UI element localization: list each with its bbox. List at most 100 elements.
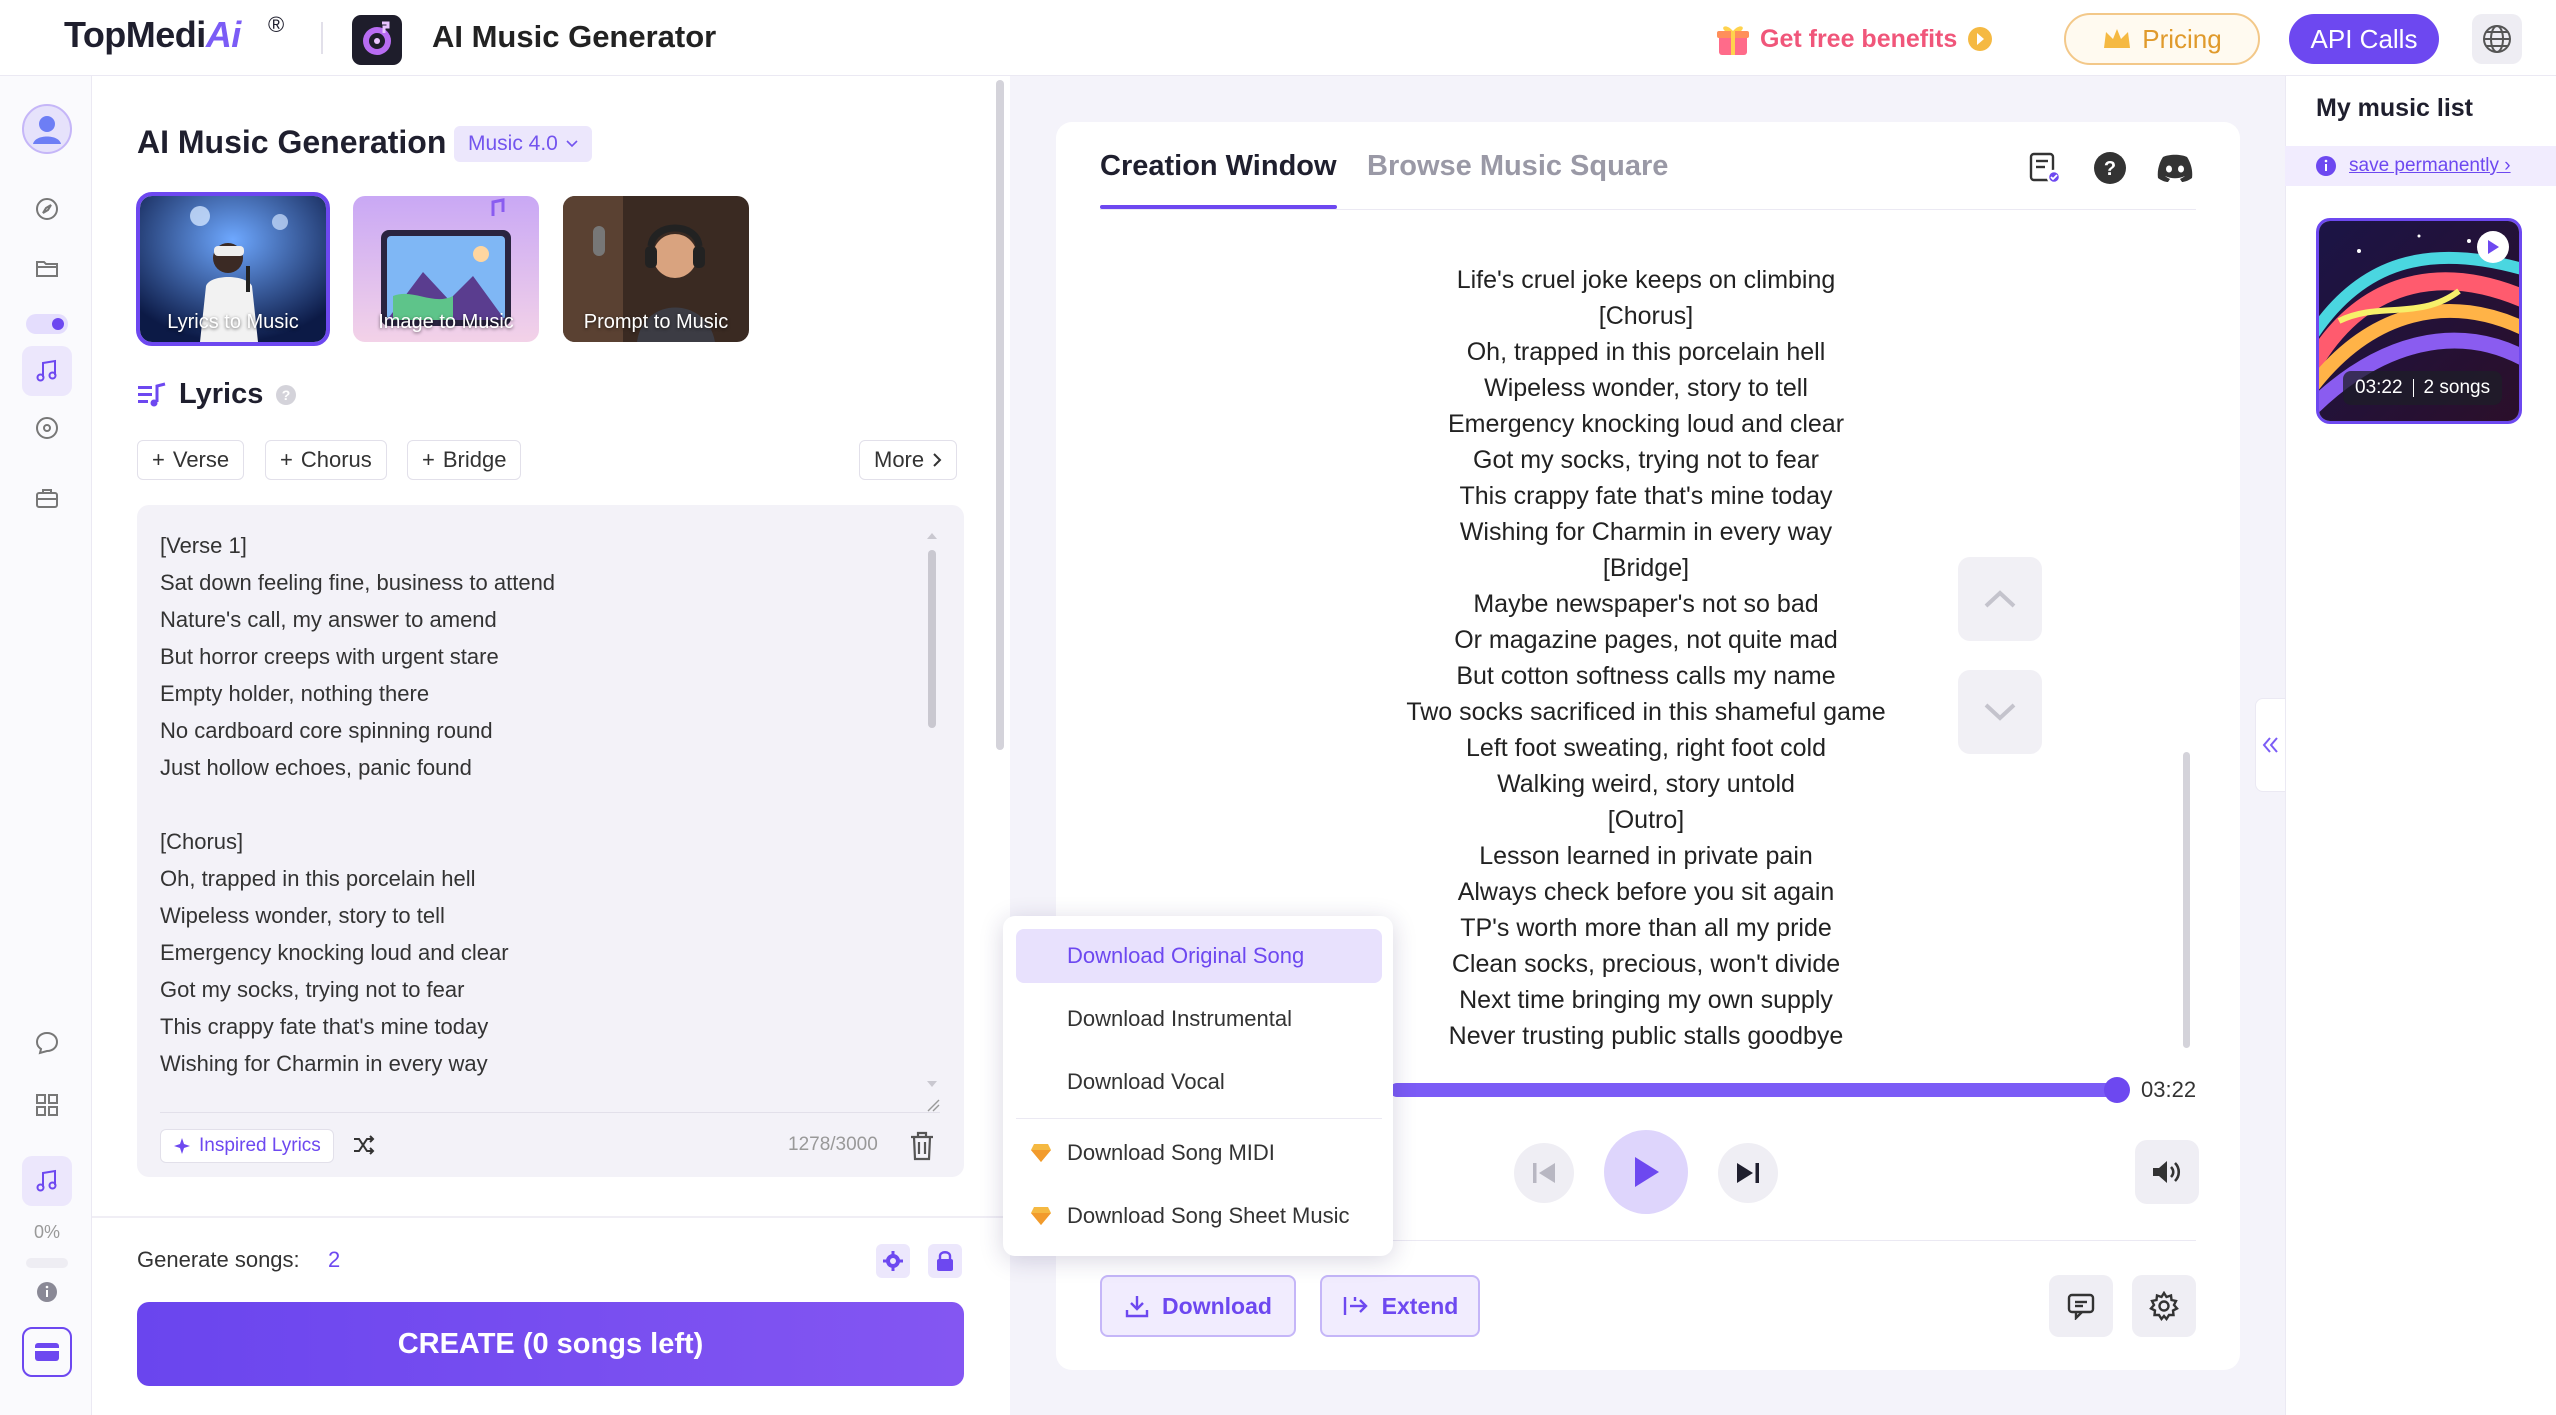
pricing-label: Pricing	[2142, 23, 2222, 54]
download-button[interactable]: Download	[1100, 1275, 1296, 1337]
panel-title: AI Music Generation	[137, 124, 447, 160]
rail-toolbox[interactable]	[22, 473, 72, 523]
lyrics-title: Lyrics	[179, 378, 264, 410]
panel-scrollbar[interactable]	[996, 80, 1004, 750]
playback-progress-knob[interactable]	[2104, 1077, 2130, 1103]
download-song-sheet-music[interactable]: Download Song Sheet Music	[1016, 1189, 1382, 1243]
play-button[interactable]	[1604, 1130, 1688, 1214]
add-verse-chip[interactable]: + Verse	[137, 440, 245, 480]
help-icon[interactable]: ?	[275, 384, 297, 406]
lyrics-up-button[interactable]	[1958, 557, 2042, 641]
rail-chat[interactable]	[22, 1018, 72, 1068]
trash-icon[interactable]	[908, 1130, 936, 1162]
task-list-button[interactable]	[2025, 148, 2065, 188]
comment-button[interactable]	[2049, 1275, 2113, 1337]
version-dropdown[interactable]: Music 4.0	[454, 126, 592, 162]
chat-bubble-icon	[34, 1030, 60, 1056]
settings-button[interactable]	[876, 1244, 910, 1278]
save-permanently-link[interactable]: save permanently ›	[2349, 155, 2511, 177]
download-song-midi[interactable]: Download Song MIDI	[1016, 1126, 1382, 1180]
rail-billing[interactable]	[22, 1327, 72, 1377]
chevron-down-icon	[1983, 702, 2017, 722]
chip-label: Verse	[172, 447, 230, 472]
rail-disc[interactable]	[22, 403, 72, 453]
premium-gem-icon	[1030, 1206, 1052, 1226]
lyric-line: [Outro]	[1607, 806, 1685, 834]
lyrics-content[interactable]: [Verse 1] Sat down feeling fine, busines…	[160, 527, 920, 1082]
free-benefits-link[interactable]: Get free benefits	[1716, 18, 1993, 60]
rail-explore[interactable]	[22, 184, 72, 234]
rail-apps[interactable]	[22, 1080, 72, 1130]
chevron-up-icon	[1983, 589, 2017, 609]
previous-button[interactable]	[1514, 1143, 1574, 1203]
registered-mark: ®	[268, 12, 285, 37]
arrow-circle-icon	[1967, 26, 1993, 52]
mode-prompt-to-music[interactable]: Prompt to Music	[563, 196, 749, 342]
gear-icon	[882, 1250, 904, 1272]
lyric-line: Maybe newspaper's not so bad	[1473, 590, 1819, 618]
shuffle-icon[interactable]	[352, 1134, 376, 1156]
resize-handle-icon[interactable]	[926, 1098, 940, 1112]
plus-icon: +	[280, 447, 293, 472]
lyrics-scrollbar[interactable]	[928, 550, 936, 728]
lyric-line: Lesson learned in private pain	[1479, 842, 1813, 870]
lyric-line: Or magazine pages, not quite mad	[1454, 626, 1838, 654]
volume-icon	[2151, 1158, 2183, 1186]
tab-browse-music-square[interactable]: Browse Music Square	[1367, 150, 1668, 183]
discord-button[interactable]	[2155, 148, 2195, 188]
collapse-panel-button[interactable]	[2255, 698, 2287, 792]
rail-folder[interactable]	[22, 243, 72, 293]
compass-icon	[34, 196, 60, 222]
info-icon	[2315, 155, 2337, 177]
download-original-song[interactable]: Download Original Song	[1016, 929, 1382, 983]
language-button[interactable]	[2472, 14, 2522, 64]
globe-icon	[2481, 23, 2513, 55]
extend-button[interactable]: Extend	[1320, 1275, 1480, 1337]
crown-icon	[2102, 26, 2132, 52]
mode-image-to-music[interactable]: Image to Music	[353, 196, 539, 342]
lyrics-down-button[interactable]	[1958, 670, 2042, 754]
download-vocal[interactable]: Download Vocal	[1016, 1055, 1382, 1109]
music-card[interactable]: 03:22 2 songs	[2316, 218, 2522, 424]
lyric-line: Wishing for Charmin in every way	[1459, 518, 1833, 546]
playback-progress-bar[interactable]	[1390, 1083, 2120, 1097]
panel-divider	[92, 1216, 1010, 1218]
brand-logo[interactable]: TopMediAi	[64, 14, 241, 56]
user-avatar-button[interactable]	[22, 104, 72, 154]
scroll-down-icon[interactable]	[926, 1080, 938, 1088]
lyrics-toolbar-divider	[160, 1112, 940, 1113]
gift-icon	[1716, 21, 1750, 57]
tab-creation-window[interactable]: Creation Window	[1100, 150, 1337, 183]
lyrics-view-scrollbar[interactable]	[2183, 752, 2190, 1048]
help-button[interactable]: ?	[2090, 148, 2130, 188]
rail-toggle[interactable]	[26, 314, 68, 334]
lock-button[interactable]	[928, 1244, 962, 1278]
inspired-lyrics-button[interactable]: Inspired Lyrics	[160, 1129, 334, 1163]
create-button[interactable]: CREATE (0 songs left)	[137, 1302, 964, 1386]
volume-button[interactable]	[2135, 1140, 2199, 1204]
svg-text:?: ?	[2104, 158, 2116, 180]
app-title: AI Music Generator	[432, 19, 717, 54]
download-instrumental[interactable]: Download Instrumental	[1016, 992, 1382, 1046]
add-chorus-chip[interactable]: + Chorus	[265, 440, 387, 480]
chevron-right-icon	[932, 453, 942, 467]
scroll-up-icon[interactable]	[926, 532, 938, 540]
card-play-button[interactable]	[2477, 231, 2509, 263]
mode-label: Image to Music	[378, 311, 514, 333]
rail-music-progress[interactable]	[22, 1156, 72, 1206]
api-calls-button[interactable]: API Calls	[2289, 14, 2439, 64]
lyric-line: [Chorus]	[1598, 302, 1694, 330]
music-note-icon	[34, 358, 60, 384]
lyric-line: TP's worth more than all my pride	[1460, 914, 1832, 942]
add-bridge-chip[interactable]: + Bridge	[407, 440, 522, 480]
rail-info[interactable]	[22, 1267, 72, 1317]
pricing-button[interactable]: Pricing	[2064, 13, 2260, 65]
discord-icon	[2156, 153, 2194, 183]
header-divider	[321, 22, 323, 54]
more-chip[interactable]: More	[859, 440, 958, 480]
mode-lyrics-to-music[interactable]: Lyrics to Music	[136, 192, 330, 346]
rail-music[interactable]	[22, 346, 72, 396]
generate-songs-count[interactable]: 2	[328, 1247, 340, 1273]
track-settings-button[interactable]	[2132, 1275, 2196, 1337]
next-button[interactable]	[1718, 1143, 1778, 1203]
